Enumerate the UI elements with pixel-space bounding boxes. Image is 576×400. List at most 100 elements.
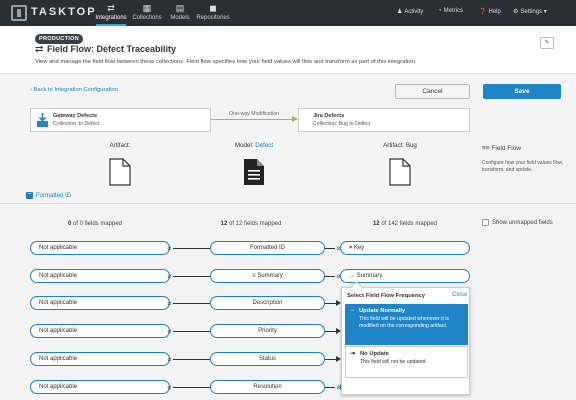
metrics-link[interactable]: ◔ Metrics bbox=[438, 8, 463, 14]
unlink-icon: ⌀ bbox=[167, 383, 172, 391]
count-text: of 0 fields mapped bbox=[72, 221, 123, 227]
target-field-label: Summary bbox=[356, 273, 383, 279]
source-field-pill[interactable]: Not applicable bbox=[30, 296, 170, 310]
edit-pin-button[interactable]: ✎ bbox=[540, 37, 554, 49]
document-outline-icon bbox=[389, 158, 411, 186]
mapping-connector bbox=[173, 276, 210, 277]
mapping-connector bbox=[173, 248, 210, 249]
popup-title: Select Field Flow Frequency bbox=[347, 293, 425, 299]
target-repo-name: Jira Defects bbox=[313, 113, 345, 119]
source-artifact-label: Artifact: bbox=[109, 142, 131, 149]
field-flow-list-icon: ≡≡ bbox=[482, 145, 490, 152]
model-field-pill[interactable]: ≡ Summary bbox=[210, 269, 325, 283]
field-flow-title: Field Flow bbox=[491, 145, 522, 152]
count-number: 12 bbox=[372, 221, 380, 227]
model-field-pill[interactable]: Resolution bbox=[210, 380, 325, 394]
help-label: Help bbox=[488, 8, 501, 15]
unlink-icon: ⌀ bbox=[167, 272, 172, 280]
target-field-icon: ≠ bbox=[349, 245, 353, 251]
nav-label: Models bbox=[170, 15, 190, 21]
unlink-icon: ⌀ bbox=[167, 327, 172, 335]
source-field-count: 0 of 0 fields mapped bbox=[30, 221, 160, 227]
source-repo-name: Gateway Defects bbox=[53, 113, 98, 119]
model-field-pill[interactable]: Priority bbox=[210, 324, 325, 338]
mapping-connector bbox=[173, 359, 210, 360]
document-outline-icon bbox=[109, 158, 131, 186]
popup-close-link[interactable]: Close bbox=[452, 292, 467, 298]
page-header: PRODUCTION ⇄ Field Flow: Defect Traceabi… bbox=[0, 26, 576, 74]
mapping-connector bbox=[173, 387, 210, 388]
source-field-pill[interactable]: Not applicable bbox=[30, 380, 170, 394]
target-repo-collection: Collection: Bug to Defect bbox=[313, 121, 371, 127]
page-title: Field Flow: Defect Traceability bbox=[47, 44, 177, 54]
model-field-pill[interactable]: Status bbox=[210, 352, 325, 366]
count-number: 12 bbox=[220, 221, 228, 227]
cancel-button[interactable]: Cancel bbox=[395, 84, 470, 99]
activity-icon: ♟ bbox=[397, 9, 403, 15]
count-text: of 12 fields mapped bbox=[228, 221, 282, 227]
nav-label: Collections bbox=[132, 15, 162, 21]
models-icon: ▤ bbox=[175, 3, 185, 13]
model-field-icon: ≡ bbox=[252, 273, 256, 279]
mapping-connector bbox=[325, 387, 335, 388]
arrow-right-icon: → bbox=[349, 307, 355, 313]
environment-badge: PRODUCTION bbox=[35, 34, 83, 44]
source-field-pill[interactable]: Not applicable bbox=[30, 352, 170, 366]
model-link[interactable]: Defect bbox=[255, 142, 273, 149]
nav-label: Integrations bbox=[95, 15, 127, 21]
target-field-icon: → bbox=[349, 273, 355, 279]
unlink-icon: ⌀ bbox=[167, 355, 172, 363]
flow-direction-label: One-way Modification bbox=[229, 111, 279, 117]
settings-menu[interactable]: ⚙ Settings ▾ bbox=[513, 8, 547, 15]
section-label: Formatted ID bbox=[36, 192, 72, 199]
field-flow-heading: ≡≡ Field Flow bbox=[482, 145, 521, 152]
source-field-pill[interactable]: Not applicable bbox=[30, 324, 170, 338]
source-repository-card: Gateway Defects Collection: to Defect bbox=[30, 108, 211, 132]
collections-icon: ▦ bbox=[142, 3, 152, 13]
page-subtitle: View and manage the field flow between t… bbox=[35, 59, 417, 65]
no-update-icon: ⇥ bbox=[350, 351, 356, 357]
pencil-icon: ✎ bbox=[544, 40, 550, 46]
unlink-icon: ⌀ bbox=[167, 244, 172, 252]
count-text: of 142 fields mapped bbox=[381, 221, 438, 227]
mapping-connector bbox=[325, 276, 335, 277]
back-link[interactable]: ‹ Back to Integration Configuration bbox=[30, 87, 118, 93]
update-normally-option[interactable]: → Update Normally This field will be upd… bbox=[345, 304, 468, 345]
source-field-pill[interactable]: Not applicable bbox=[30, 241, 170, 255]
metrics-label: Metrics bbox=[443, 8, 463, 14]
target-repository-card: Jira Defects Collection: Bug to Defect bbox=[298, 108, 470, 132]
unmapped-label: Show unmapped fields bbox=[492, 219, 553, 226]
model-field-count: 12 of 12 fields mapped bbox=[186, 221, 316, 227]
mapping-connector bbox=[173, 331, 210, 332]
count-number: 0 bbox=[67, 221, 72, 227]
target-artifact-label: Artifact: Bug bbox=[383, 142, 417, 149]
save-button[interactable]: Save bbox=[483, 84, 561, 99]
target-field-pill[interactable]: ≠ Key bbox=[340, 241, 470, 255]
settings-label: Settings ▾ bbox=[520, 9, 547, 15]
metrics-icon: ◔ bbox=[438, 8, 442, 14]
repositories-icon: ◼ bbox=[209, 3, 217, 13]
model-field-pill[interactable]: Description bbox=[210, 296, 325, 310]
target-field-label: Key bbox=[353, 245, 365, 251]
model-field-label: Description bbox=[252, 300, 283, 306]
model-field-label: Status bbox=[258, 356, 276, 362]
nav-label: Repositories bbox=[196, 15, 230, 21]
app-logo-text[interactable]: TASKTOP bbox=[31, 6, 97, 18]
model-field-label: Priority bbox=[258, 328, 277, 334]
tasktop-logo-icon[interactable] bbox=[11, 5, 27, 21]
source-field-pill[interactable]: Not applicable bbox=[30, 269, 170, 283]
model-field-pill[interactable]: Formatted ID bbox=[210, 241, 325, 255]
section-toggle[interactable]: − Formatted ID bbox=[26, 191, 72, 199]
activity-link[interactable]: ♟ Activity bbox=[397, 8, 424, 16]
model-label: Model: Defect bbox=[204, 142, 304, 149]
activity-label: Activity bbox=[404, 8, 424, 15]
model-prefix: Model: bbox=[234, 142, 254, 149]
show-unmapped-toggle[interactable]: Show unmapped fields bbox=[482, 219, 553, 226]
nav-repositories[interactable]: ◼ Repositories bbox=[192, 2, 234, 21]
target-field-pill[interactable]: → Summary bbox=[340, 269, 470, 283]
help-link[interactable]: ❓ Help bbox=[479, 8, 501, 16]
checkbox[interactable] bbox=[482, 219, 489, 226]
no-update-option[interactable]: ⇥ No Update This field will not be updat… bbox=[345, 346, 468, 378]
mapping-connector bbox=[325, 248, 335, 249]
source-repo-collection: Collection: to Defect bbox=[53, 121, 100, 127]
